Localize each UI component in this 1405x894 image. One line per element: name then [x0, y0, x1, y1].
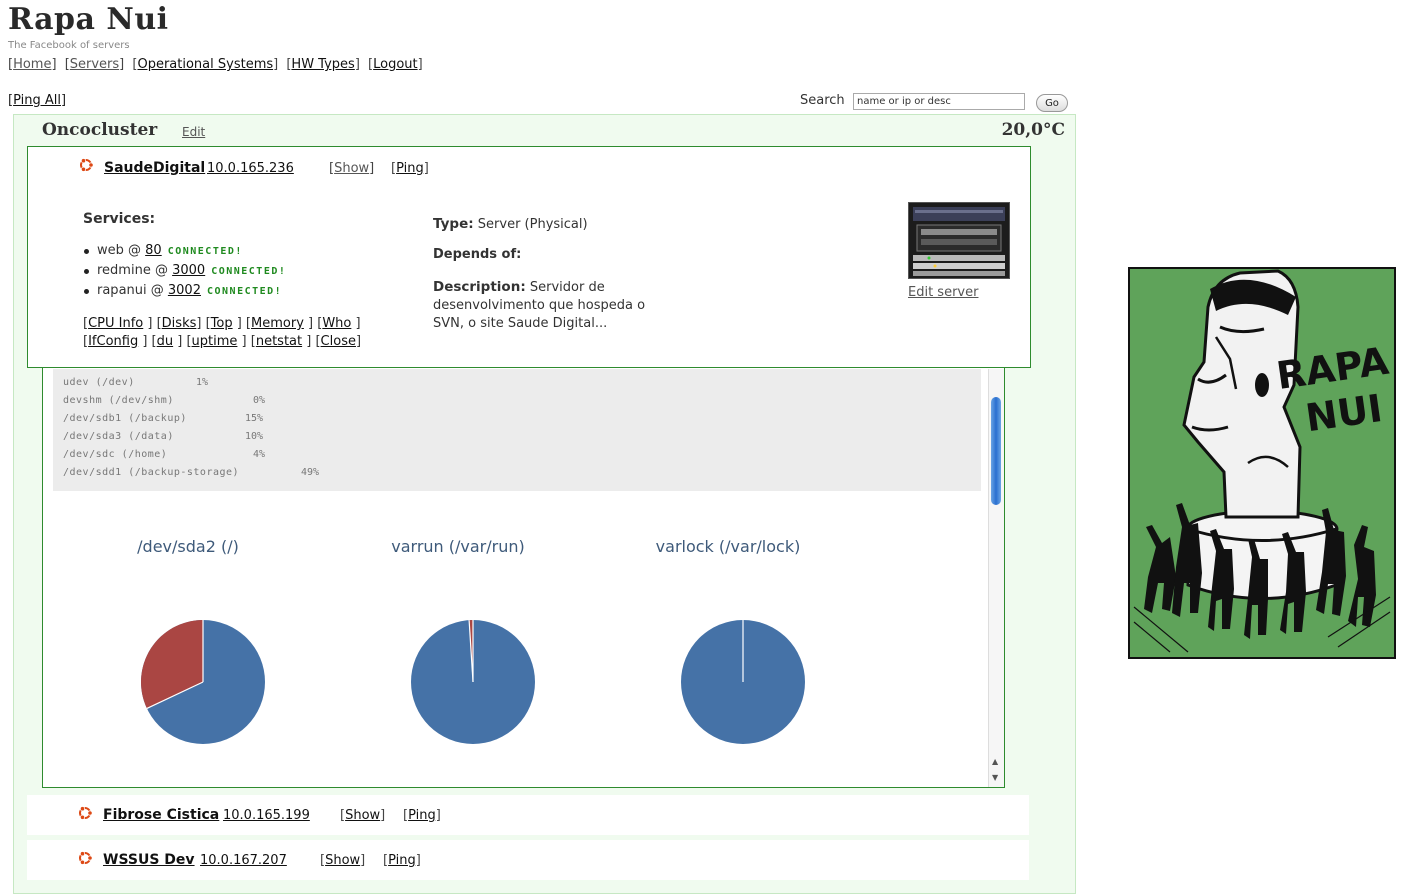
rapa-nui-moai-logo: RAPA NUI [1128, 267, 1396, 659]
server-show-link[interactable]: Show [345, 808, 380, 823]
server-name-link[interactable]: Fibrose Cistica [103, 807, 219, 823]
server-ip-link[interactable]: 10.0.165.199 [223, 808, 310, 823]
service-item: rapanui @ 3002 CONNECTED! [82, 283, 286, 303]
netstat-link[interactable]: netstat [256, 334, 302, 349]
server-show: [Show] [320, 853, 366, 868]
server-ip-link[interactable]: 10.0.167.207 [200, 853, 287, 868]
cluster-edit-link[interactable]: Edit [182, 125, 205, 139]
nav-logout-link[interactable]: Logout [373, 57, 418, 72]
disks-link[interactable]: Disks [162, 316, 197, 331]
ubuntu-icon [80, 158, 94, 172]
service-status: CONNECTED! [211, 266, 287, 277]
server-show: [Show] [329, 161, 375, 176]
service-item: redmine @ 3000 CONNECTED! [82, 263, 286, 283]
server-show: [Show] [340, 808, 386, 823]
server-description: Description: Servidor de desenvolvimento… [433, 278, 663, 333]
du-link[interactable]: du [157, 334, 174, 349]
server-name-link[interactable]: SaudeDigital [104, 160, 205, 176]
server-ping: [Ping] [403, 808, 441, 823]
description-label: Description: [433, 279, 526, 295]
server-name-link[interactable]: WSSUS Dev [103, 852, 195, 868]
site-title: Rapa Nui [8, 2, 169, 37]
server-ping-link[interactable]: Ping [408, 808, 436, 823]
search-form: Search Go [800, 93, 1068, 112]
service-name: rapanui [97, 283, 147, 298]
cluster-name: Oncocluster [42, 120, 158, 140]
server-ping-link[interactable]: Ping [388, 853, 416, 868]
service-item: web @ 80 CONNECTED! [82, 243, 286, 263]
services-list: web @ 80 CONNECTED! redmine @ 3000 CONNECT… [82, 243, 286, 303]
search-label: Search [800, 93, 845, 108]
service-name: redmine [97, 263, 151, 278]
memory-link[interactable]: Memory [251, 316, 304, 331]
server-row: WSSUS Dev 10.0.167.207 [Show] [Ping] [27, 840, 1029, 880]
service-status: CONNECTED! [167, 246, 243, 257]
main-nav: [Home] [Servers] [Operational Systems] [… [8, 57, 423, 72]
scrollbar-thumb[interactable] [991, 397, 1001, 505]
top-link[interactable]: Top [211, 316, 233, 331]
nav-hw-types-link[interactable]: HW Types [291, 57, 354, 72]
server-ping-link[interactable]: Ping [396, 161, 424, 176]
who-link[interactable]: Who [322, 316, 351, 331]
server-show-link[interactable]: Show [325, 853, 360, 868]
type-value: Server (Physical) [477, 217, 588, 232]
uptime-link[interactable]: uptime [192, 334, 238, 349]
service-port-link[interactable]: 3000 [172, 263, 205, 278]
ubuntu-icon [79, 851, 93, 865]
output-scrollbar[interactable]: ▲ ▼ [988, 369, 1004, 787]
search-go-button[interactable]: Go [1036, 94, 1068, 112]
nav-home-link[interactable]: Home [13, 57, 51, 72]
server-ping: [Ping] [383, 853, 421, 868]
ping-all-link[interactable]: Ping All [13, 93, 61, 108]
nav-servers-link[interactable]: Servers [70, 57, 119, 72]
cluster-temperature: 20,0°C [1001, 120, 1065, 140]
scroll-down-arrow-icon[interactable]: ▼ [992, 773, 998, 782]
site-tagline: The Facebook of servers [8, 40, 130, 51]
service-name: web [97, 243, 124, 258]
service-status: CONNECTED! [206, 286, 283, 297]
server-card: SaudeDigital 10.0.165.236 [Show] [Ping] … [27, 146, 1031, 368]
scroll-up-arrow-icon[interactable]: ▲ [992, 757, 998, 766]
server-photo [908, 202, 1010, 279]
ping-all: [Ping All] [8, 93, 67, 108]
command-links: [CPU Info ] [Disks] [Top ] [Memory ] [Wh… [83, 316, 362, 349]
server-show-link[interactable]: Show [334, 161, 369, 176]
service-port-link[interactable]: 80 [145, 243, 162, 258]
server-ping: [Ping] [391, 161, 429, 176]
edit-server-link[interactable]: Edit server [908, 285, 978, 300]
nav-operational-systems-link[interactable]: Operational Systems [137, 57, 273, 72]
ifconfig-link[interactable]: IfConfig [88, 334, 138, 349]
search-input[interactable] [853, 93, 1025, 110]
type-label: Type: [433, 216, 474, 232]
depends-label: Depends of: [433, 247, 522, 262]
server-ip-link[interactable]: 10.0.165.236 [207, 161, 294, 176]
cpu-info-link[interactable]: CPU Info [88, 316, 143, 331]
server-row: Fibrose Cistica 10.0.165.199 [Show] [Pin… [27, 795, 1029, 835]
disk-output-panel[interactable]: udev (/dev) 1% devshm (/dev/shm) 0% /dev… [42, 340, 1005, 788]
close-link[interactable]: Close [321, 334, 356, 349]
disk-pie-charts [141, 620, 805, 744]
server-type: Type: Server (Physical) [433, 216, 588, 232]
services-heading: Services: [83, 211, 156, 227]
service-port-link[interactable]: 3002 [168, 283, 201, 298]
ubuntu-icon [79, 806, 93, 820]
